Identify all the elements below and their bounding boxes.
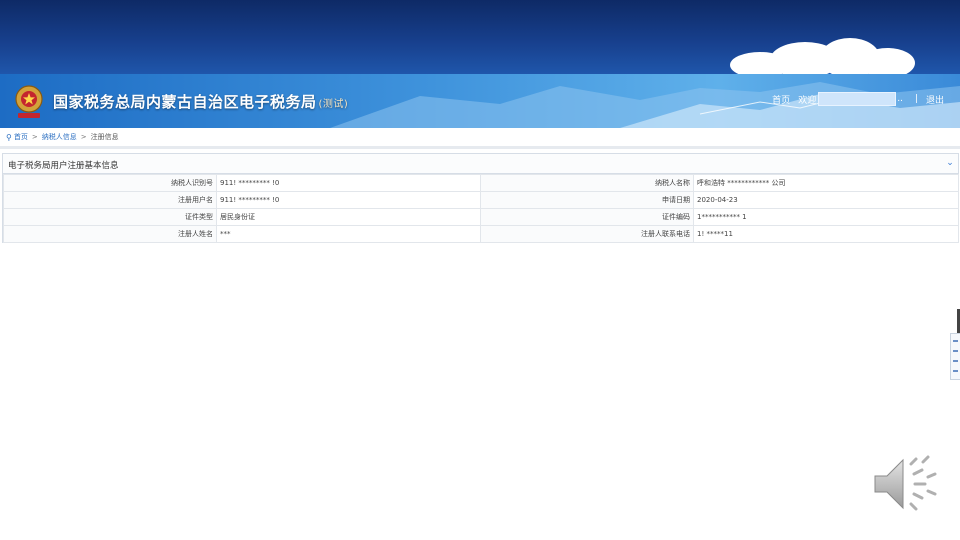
widget-line: [953, 370, 958, 372]
value-id-number: 1*********** 1: [693, 208, 959, 226]
value-apply-date: 2020-04-23: [693, 191, 959, 209]
label-username: 注册用户名: [3, 191, 217, 209]
widget-line: [953, 340, 958, 342]
registration-info-table: 纳税人识别号 911! ********* !0 纳税人名称 呼和浩特 ****…: [3, 174, 959, 243]
label-taxpayer-name: 纳税人名称: [480, 174, 694, 192]
value-registrant-name: ***: [216, 225, 481, 243]
top-nav: 首页 欢迎 .. | 退出: [772, 91, 944, 107]
panel-title: 电子税务局用户注册基本信息: [8, 161, 119, 171]
value-taxpayer-name: 呼和浩特 ************ 公司: [693, 174, 959, 192]
username-redacted: [818, 92, 897, 106]
widget-line: [953, 350, 958, 352]
value-taxpayer-id: 911! ********* !0: [216, 174, 481, 192]
label-taxpayer-id: 纳税人识别号: [3, 174, 217, 192]
table-row: 注册用户名 911! ********* !0 申请日期 2020-04-23: [3, 191, 959, 209]
label-id-number: 证件编码: [480, 208, 694, 226]
header-sky-band: [0, 0, 960, 74]
label-id-type: 证件类型: [3, 208, 217, 226]
registration-info-panel: 电子税务局用户注册基本信息 ⌄ 纳税人识别号 911! ********* !0…: [2, 153, 959, 243]
table-row: 证件类型 居民身份证 证件编码 1*********** 1: [3, 208, 959, 226]
breadcrumb-taxpayer-info[interactable]: 纳税人信息: [42, 132, 77, 142]
table-row: 注册人姓名 *** 注册人联系电话 1! *****11: [3, 225, 959, 243]
location-pin-icon: ⚲: [6, 132, 12, 142]
label-apply-date: 申请日期: [480, 191, 694, 209]
username-ellipsis: ..: [897, 94, 903, 104]
site-banner: 国家税务总局内蒙古自治区电子税务局 (测试) 首页 欢迎 .. | 退出: [0, 74, 960, 128]
panel-header: 电子税务局用户注册基本信息 ⌄: [3, 154, 958, 174]
nav-home-link[interactable]: 首页: [772, 93, 790, 106]
site-title-text: 国家税务总局内蒙古自治区电子税务局: [53, 93, 317, 111]
value-id-type: 居民身份证: [216, 208, 481, 226]
breadcrumb-home[interactable]: 首页: [14, 132, 28, 142]
chevron-down-icon[interactable]: ⌄: [945, 158, 955, 168]
label-registrant-phone: 注册人联系电话: [480, 225, 694, 243]
breadcrumb-separator: >: [80, 133, 87, 141]
nav-separator: |: [914, 94, 918, 104]
site-title: 国家税务总局内蒙古自治区电子税务局 (测试): [53, 91, 348, 112]
label-registrant-name: 注册人姓名: [3, 225, 217, 243]
logout-link[interactable]: 退出: [926, 93, 944, 106]
speaker-icon[interactable]: [870, 452, 940, 516]
side-float-widget[interactable]: [950, 333, 960, 380]
value-username: 911! ********* !0: [216, 191, 481, 209]
widget-line: [953, 360, 958, 362]
site-title-suffix: (测试): [318, 99, 349, 110]
breadcrumb-divider: [0, 146, 960, 149]
value-registrant-phone: 1! *****11: [693, 225, 959, 243]
table-row: 纳税人识别号 911! ********* !0 纳税人名称 呼和浩特 ****…: [3, 174, 959, 192]
tax-emblem-icon: [15, 85, 43, 118]
cloud-decoration: [860, 48, 915, 74]
breadcrumb: ⚲ 首页 > 纳税人信息 > 注册信息: [6, 131, 119, 143]
breadcrumb-current: 注册信息: [90, 133, 119, 141]
welcome-label: 欢迎: [798, 95, 817, 106]
breadcrumb-separator: >: [31, 133, 38, 141]
